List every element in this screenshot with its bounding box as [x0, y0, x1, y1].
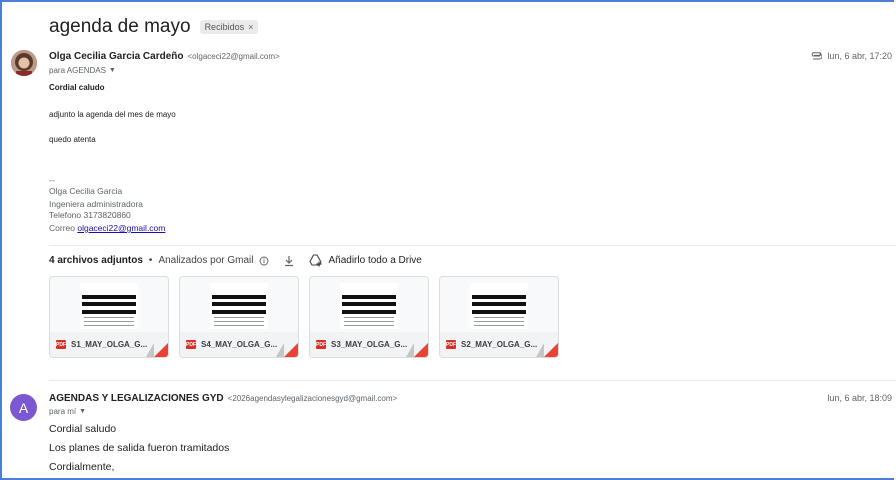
- attachments-bar: 4 archivos adjuntos • Analizados por Gma…: [49, 254, 422, 267]
- recipient-text: para mí: [49, 407, 77, 416]
- attachment-name: S3_MAY_OLGA_G...: [331, 340, 408, 349]
- message1-recipients[interactable]: para AGENDAS ▼: [49, 66, 116, 75]
- sender-name[interactable]: Olga Cecilia Garcia Cardeño: [49, 51, 184, 62]
- pdf-thumbnail: [470, 283, 528, 329]
- signature-name: Olga Cecilia Garcia: [49, 186, 123, 196]
- pdf-icon: PDF: [446, 340, 456, 349]
- attachment-icon: [812, 52, 823, 60]
- add-all-to-drive-button[interactable]: Añadirlo todo a Drive: [309, 254, 422, 267]
- message1-greeting: Cordial caludo: [49, 83, 105, 92]
- label-chip-inbox[interactable]: Recibidos ×: [199, 20, 259, 34]
- attachment-name: S1_MAY_OLGA_G...: [71, 340, 148, 349]
- message1-line1: adjunto la agenda del mes de mayo: [49, 110, 176, 119]
- thread-subject: agenda de mayo: [49, 16, 191, 37]
- label-chip-text: Recibidos: [204, 22, 245, 32]
- attachment-name: S2_MAY_OLGA_G...: [461, 340, 538, 349]
- recipient-text: para AGENDAS: [49, 66, 106, 75]
- pdf-thumbnail: [340, 283, 398, 329]
- message2-line1: Cordial saludo: [49, 423, 117, 435]
- add-all-to-drive-label: Añadirlo todo a Drive: [328, 255, 422, 266]
- pdf-icon: PDF: [56, 340, 66, 349]
- chevron-down-icon[interactable]: ▼: [79, 408, 86, 415]
- message1-date: lun, 6 abr, 17:20: [810, 51, 892, 61]
- date-text: lun, 6 abr, 17:20: [827, 51, 892, 61]
- pdf-icon: PDF: [186, 340, 196, 349]
- attachment-card[interactable]: PDF S2_MAY_OLGA_G...: [439, 276, 559, 358]
- scanned-by-gmail: Analizados por Gmail: [158, 255, 254, 266]
- signature-dash: --: [49, 175, 55, 185]
- signature-mail-prefix: Correo: [49, 223, 75, 233]
- attachment-preview: [50, 277, 168, 332]
- attachment-card[interactable]: PDF S1_MAY_OLGA_G...: [49, 276, 169, 358]
- attachments-list: PDF S1_MAY_OLGA_G... PDF S4_MAY_OLGA_G..…: [49, 276, 559, 358]
- signature-mail-link[interactable]: olgaceci22@gmail.com: [77, 223, 165, 233]
- pdf-corner-icon: [544, 343, 558, 357]
- subject-row: agenda de mayo Recibidos ×: [49, 16, 259, 38]
- attachment-card[interactable]: PDF S3_MAY_OLGA_G...: [309, 276, 429, 358]
- message2-date: lun, 6 abr, 18:09: [827, 393, 892, 403]
- pdf-thumbnail: [210, 283, 268, 329]
- drive-add-icon: [309, 254, 323, 267]
- divider: [49, 245, 896, 246]
- chevron-down-icon[interactable]: ▼: [109, 67, 116, 74]
- message2-line3: Cordialmente,: [49, 461, 115, 473]
- attachment-preview: [180, 277, 298, 332]
- signature-title: Ingeniera administradora: [49, 199, 144, 209]
- pdf-corner-icon: [284, 343, 298, 357]
- avatar-photo-icon: [11, 50, 37, 76]
- pdf-corner-icon: [154, 343, 168, 357]
- pdf-icon: PDF: [316, 340, 326, 349]
- message2-sender-line: AGENDAS Y LEGALIZACIONES GYD <2026agenda…: [49, 393, 397, 404]
- sender-name[interactable]: AGENDAS Y LEGALIZACIONES GYD: [49, 393, 224, 404]
- signature-phone: Telefono 3173820860: [49, 210, 131, 220]
- attachment-name: S4_MAY_OLGA_G...: [201, 340, 278, 349]
- sender-avatar[interactable]: A: [10, 394, 37, 421]
- separator-dot: •: [148, 255, 153, 266]
- pdf-corner-icon: [414, 343, 428, 357]
- attachment-card[interactable]: PDF S4_MAY_OLGA_G...: [179, 276, 299, 358]
- date-text: lun, 6 abr, 18:09: [827, 393, 892, 403]
- window-frame: [0, 0, 894, 480]
- attachment-preview: [440, 277, 558, 332]
- sender-email: <2026agendasylegalizacionesgyd@gmail.com…: [227, 394, 398, 403]
- message1-line2: quedo atenta: [49, 135, 96, 144]
- message1-sender-line: Olga Cecilia Garcia Cardeño <olgaceci22@…: [49, 51, 280, 62]
- pdf-thumbnail: [80, 283, 138, 329]
- attachments-count: 4 archivos adjuntos: [49, 255, 143, 266]
- info-icon[interactable]: [259, 256, 269, 266]
- sender-avatar[interactable]: [11, 50, 37, 76]
- attachment-preview: [310, 277, 428, 332]
- signature-mail: Correo olgaceci22@gmail.com: [49, 223, 165, 233]
- message2-line2: Los planes de salida fueron tramitados: [49, 442, 230, 454]
- message2-recipients[interactable]: para mí ▼: [49, 407, 86, 416]
- message-divider: [49, 380, 896, 381]
- remove-label-icon[interactable]: ×: [248, 22, 253, 32]
- sender-email: <olgaceci22@gmail.com>: [187, 52, 280, 61]
- download-all-icon[interactable]: [283, 255, 295, 267]
